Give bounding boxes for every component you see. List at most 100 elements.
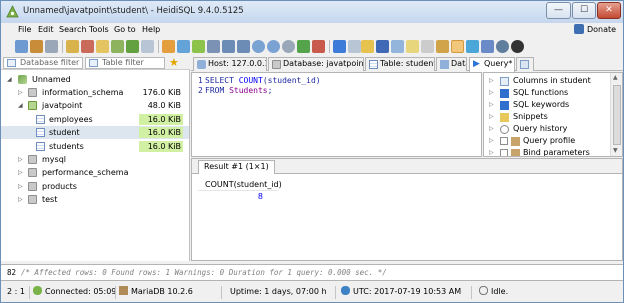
save-snippet-icon[interactable] [391, 40, 404, 53]
tree-item-test[interactable]: ▷ test [1, 193, 189, 206]
tree-item-javatpoint[interactable]: ◢ javatpoint 48.0 KiB [1, 99, 189, 112]
dropdown-arrow-icon[interactable] [348, 40, 361, 53]
scroll-thumb[interactable] [613, 85, 621, 145]
about-icon[interactable] [496, 40, 509, 53]
post-icon[interactable] [297, 40, 310, 53]
database-filter-input[interactable]: Database filter [3, 57, 83, 69]
find-icon[interactable] [406, 40, 419, 53]
tree-item-products[interactable]: ▷ products [1, 180, 189, 193]
tab-data[interactable]: Data [436, 57, 467, 71]
donate-label: Donate [587, 25, 617, 34]
tree-item-mysql[interactable]: ▷ mysql [1, 153, 189, 166]
stop-icon[interactable] [282, 40, 295, 53]
helper-sql-keywords[interactable]: ▷ SQL keywords [484, 99, 610, 111]
first-record-icon[interactable] [222, 40, 235, 53]
result-tab[interactable]: Result #1 (1×1) [198, 160, 275, 174]
copy-icon[interactable] [66, 40, 79, 53]
preferences-icon[interactable] [466, 40, 479, 53]
reformat-sql-icon[interactable] [436, 40, 449, 53]
expand-arrow-icon[interactable]: ▷ [489, 147, 494, 156]
menu-file[interactable]: File [18, 25, 31, 34]
tab-table[interactable]: Table: student [365, 57, 435, 71]
disconnect-icon[interactable] [30, 40, 43, 53]
minimize-button[interactable]: — [546, 2, 571, 19]
last-record-icon[interactable] [237, 40, 250, 53]
expand-arrow-icon[interactable]: ▷ [18, 153, 23, 166]
open-sql-file-icon[interactable] [361, 40, 374, 53]
next-icon[interactable] [267, 40, 280, 53]
toolbar-separator [158, 40, 159, 53]
log-toggle-icon[interactable] [451, 40, 464, 53]
status-connected: Connected: 05:09 h [33, 283, 124, 301]
user-manager-icon[interactable] [192, 40, 205, 53]
menu-goto[interactable]: Go to [114, 25, 136, 34]
expand-arrow-icon[interactable]: ▷ [489, 75, 494, 87]
tab-host[interactable]: Host: 127.0.0.1 [193, 57, 267, 71]
menu-help[interactable]: Help [142, 25, 160, 34]
paste-icon[interactable] [81, 40, 94, 53]
tree-item-employees[interactable]: employees 16.0 KiB [1, 113, 189, 126]
expand-arrow-icon[interactable]: ▷ [18, 166, 23, 179]
helper-snippets[interactable]: ▷ Snippets [484, 111, 610, 123]
previous-icon[interactable] [252, 40, 265, 53]
sql-editor[interactable]: 1 2 SELECT COUNT(student_id) FROM Studen… [191, 72, 482, 157]
save-sql-icon[interactable] [376, 40, 389, 53]
helper-bind-parameters[interactable]: ▷ Bind parameters [484, 147, 610, 156]
favorites-star-icon[interactable]: ★ [169, 56, 179, 69]
import-icon[interactable] [177, 40, 190, 53]
helpers-scrollbar[interactable]: ▲ ▼ [610, 73, 622, 156]
dropdown-arrow-icon[interactable] [141, 40, 154, 53]
expand-arrow-icon[interactable]: ▷ [18, 180, 23, 193]
scroll-up-icon[interactable]: ▲ [613, 74, 618, 81]
export-icon[interactable] [162, 40, 175, 53]
table-filter-input[interactable]: Table filter [85, 57, 165, 69]
tab-database[interactable]: Database: javatpoint [268, 57, 364, 71]
collapse-arrow-icon[interactable]: ◢ [7, 73, 12, 86]
expand-arrow-icon[interactable]: ▷ [18, 193, 23, 206]
expand-arrow-icon[interactable]: ▷ [489, 135, 494, 147]
help-icon[interactable] [481, 40, 494, 53]
donate-button[interactable]: Donate [574, 24, 616, 34]
collapse-arrow-icon[interactable]: ◢ [18, 99, 23, 112]
expand-arrow-icon[interactable]: ▷ [18, 86, 23, 99]
query-profile-checkbox[interactable] [500, 137, 508, 145]
replace-icon[interactable] [421, 40, 434, 53]
menu-edit[interactable]: Edit [38, 25, 54, 34]
dropdown-arrow-icon[interactable] [45, 40, 58, 53]
tree-item-performance-schema[interactable]: ▷ performance_schema [1, 166, 189, 179]
exit-icon[interactable] [511, 40, 524, 53]
maintenance-icon[interactable] [207, 40, 220, 53]
cut-icon[interactable] [96, 40, 109, 53]
result-column-header[interactable]: COUNT(student_id) [198, 179, 282, 191]
data-icon [440, 60, 449, 69]
expand-arrow-icon[interactable]: ▷ [489, 99, 494, 111]
status-separator [221, 286, 222, 299]
session-manager-icon[interactable] [15, 40, 28, 53]
execute-query-icon[interactable] [333, 40, 346, 53]
scroll-down-icon[interactable]: ▼ [613, 147, 618, 154]
menu-tools[interactable]: Tools [89, 25, 109, 34]
undo-icon[interactable] [111, 40, 124, 53]
close-button[interactable]: ✕ [597, 2, 621, 19]
menu-search[interactable]: Search [59, 25, 86, 34]
tree-item-student[interactable]: student 16.0 KiB [1, 126, 189, 139]
cancel-icon[interactable] [312, 40, 325, 53]
bind-parameters-checkbox[interactable] [500, 149, 508, 156]
expand-arrow-icon[interactable]: ▷ [489, 111, 494, 123]
sql-log-panel[interactable]: 82 /* Affected rows: 0 Found rows: 1 War… [1, 264, 623, 281]
tree-item-information-schema[interactable]: ▷ information_schema 176.0 KiB [1, 86, 189, 99]
expand-arrow-icon[interactable]: ▷ [489, 87, 494, 99]
refresh-icon[interactable] [126, 40, 139, 53]
title-bar[interactable]: Unnamed\javatpoint\student\ - HeidiSQL 9… [1, 1, 623, 23]
maximize-button[interactable]: ☐ [572, 2, 596, 19]
helper-query-history[interactable]: ▷ Query history [484, 123, 610, 135]
helper-columns[interactable]: ▷ Columns in student [484, 75, 610, 87]
new-query-tab-button[interactable] [516, 57, 534, 71]
helper-sql-functions[interactable]: ▷ SQL functions [484, 87, 610, 99]
result-cell[interactable]: 8 [198, 191, 278, 203]
tab-query[interactable]: ▶ Query* [469, 57, 515, 72]
expand-arrow-icon[interactable]: ▷ [489, 123, 494, 135]
helper-query-profile[interactable]: ▷ Query profile [484, 135, 610, 147]
tree-item-students[interactable]: students 16.0 KiB [1, 140, 189, 153]
tree-item-unnamed[interactable]: ◢ Unnamed [1, 73, 189, 86]
